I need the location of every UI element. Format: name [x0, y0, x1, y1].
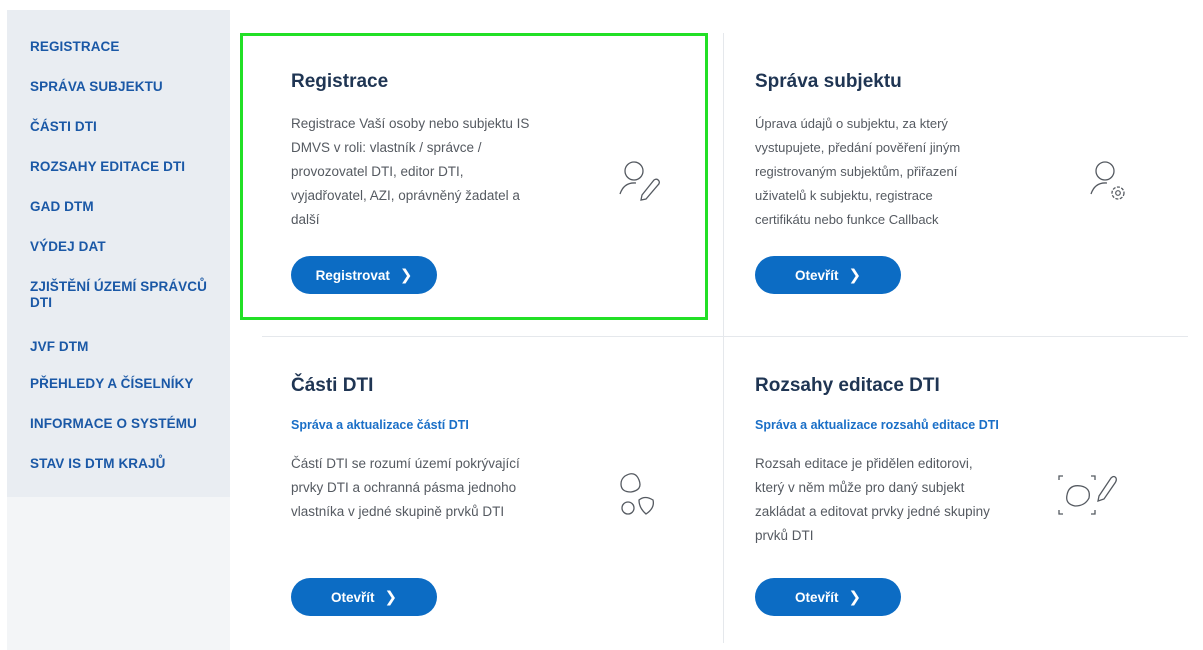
desc-line: provozovatel DTI, editor DTI,	[291, 164, 464, 179]
sidebar-item-sprava-subjektu[interactable]: SPRÁVA SUBJEKTU	[30, 79, 163, 95]
user-edit-icon	[619, 161, 660, 201]
desc-line: Registrace Vaší osoby nebo subjektu IS	[291, 116, 530, 131]
card-divider-horizontal	[262, 336, 1188, 337]
sidebar-item-casti-dti[interactable]: ČÁSTI DTI	[30, 119, 97, 135]
desc-line: vyjadřovatel, AZI, oprávněný žadatel a	[291, 188, 520, 203]
user-settings-icon	[1090, 161, 1125, 200]
otevrit-casti-button[interactable]: Otevřít ❯	[291, 578, 437, 616]
desc-line: zakládat a editovat prvky jedné skupiny	[755, 504, 990, 519]
chevron-right-icon: ❯	[848, 266, 862, 284]
desc-line: vlastníka v jedné skupině prvků DTI	[291, 504, 505, 519]
card-description: Rozsah editace je přidělen editorovi, kt…	[755, 452, 1055, 548]
sidebar-item-rozsahy-editace[interactable]: ROZSAHY EDITACE DTI	[30, 159, 185, 175]
sidebar-item-label: DTI	[30, 295, 53, 310]
card-rozsahy-editace: Rozsahy editace DTI Správa a aktualizace…	[725, 340, 1195, 645]
button-label: Registrovat	[315, 267, 390, 283]
chevron-right-icon: ❯	[384, 588, 398, 606]
card-casti-dti: Části DTI Správa a aktualizace částí DTI…	[243, 340, 721, 645]
sidebar-item-informace[interactable]: INFORMACE O SYSTÉMU	[30, 416, 197, 432]
chevron-right-icon: ❯	[399, 266, 413, 284]
sidebar-item-vydej-dat[interactable]: VÝDEJ DAT	[30, 239, 106, 255]
area-edit-icon	[1058, 475, 1117, 515]
card-sprava-subjektu: Správa subjektu Úprava údajů o subjektu,…	[725, 36, 1195, 334]
desc-line: Rozsah editace je přidělen editorovi,	[755, 456, 973, 471]
desc-line: Částí DTI se rozumí území pokrývající	[291, 456, 520, 471]
card-description: Úprava údajů o subjektu, za který vystup…	[755, 112, 1025, 232]
desc-line: certifikátu nebo funkce Callback	[755, 212, 939, 227]
otevrit-sprava-button[interactable]: Otevřít ❯	[755, 256, 901, 294]
card-title: Rozsahy editace DTI	[755, 375, 940, 396]
card-description: Částí DTI se rozumí území pokrývající pr…	[291, 452, 591, 524]
sidebar-item-registrace[interactable]: REGISTRACE	[30, 39, 120, 55]
desc-line: uživatelů k subjektu, registrace	[755, 188, 933, 203]
desc-line: registrovaným subjektům, přiřazení	[755, 164, 958, 179]
desc-line: další	[291, 212, 320, 227]
shapes-icon	[620, 473, 654, 515]
sidebar-item-jvf-dtm[interactable]: JVF DTM	[30, 339, 88, 355]
desc-line: prvků DTI	[755, 528, 814, 543]
desc-line: vystupujete, předání pověření jiným	[755, 140, 961, 155]
card-subtitle-link[interactable]: Správa a aktualizace rozsahů editace DTI	[755, 418, 999, 432]
sidebar-menu: REGISTRACE SPRÁVA SUBJEKTU ČÁSTI DTI ROZ…	[7, 10, 230, 497]
button-label: Otevřít	[330, 589, 375, 605]
desc-line: Úprava údajů o subjektu, za který	[755, 116, 948, 131]
registrovat-button[interactable]: Registrovat ❯	[291, 256, 437, 294]
card-registrace: Registrace Registrace Vaší osoby nebo su…	[243, 36, 705, 317]
button-label: Otevřít	[794, 267, 839, 283]
desc-line: který v něm může pro daný subjekt	[755, 480, 965, 495]
desc-line: prvky DTI a ochranná pásma jednoho	[291, 480, 517, 495]
sidebar-item-label: ZJIŠTĚNÍ ÚZEMÍ SPRÁVCŮ	[30, 279, 207, 294]
sidebar-item-zjisteni-uzemi[interactable]: ZJIŠTĚNÍ ÚZEMÍ SPRÁVCŮ DTI	[30, 279, 207, 311]
sidebar-item-stav-krajy[interactable]: STAV IS DTM KRAJŮ	[30, 456, 165, 472]
card-divider-vertical	[723, 33, 724, 643]
sidebar-item-prehledy[interactable]: PŘEHLEDY A ČÍSELNÍKY	[30, 376, 194, 392]
card-description: Registrace Vaší osoby nebo subjektu IS D…	[291, 112, 581, 232]
sidebar-background	[7, 497, 230, 650]
sidebar-item-gad-dtm[interactable]: GAD DTM	[30, 199, 94, 215]
card-title: Správa subjektu	[755, 71, 902, 92]
top-strip	[0, 0, 1203, 10]
sidebar: REGISTRACE SPRÁVA SUBJEKTU ČÁSTI DTI ROZ…	[7, 10, 230, 650]
card-title: Části DTI	[291, 375, 374, 396]
chevron-right-icon: ❯	[848, 588, 862, 606]
card-title: Registrace	[291, 71, 389, 92]
card-subtitle-link[interactable]: Správa a aktualizace částí DTI	[291, 418, 469, 432]
desc-line: DMVS v roli: vlastník / správce /	[291, 140, 482, 155]
otevrit-rozsahy-button[interactable]: Otevřít ❯	[755, 578, 901, 616]
button-label: Otevřít	[794, 589, 839, 605]
